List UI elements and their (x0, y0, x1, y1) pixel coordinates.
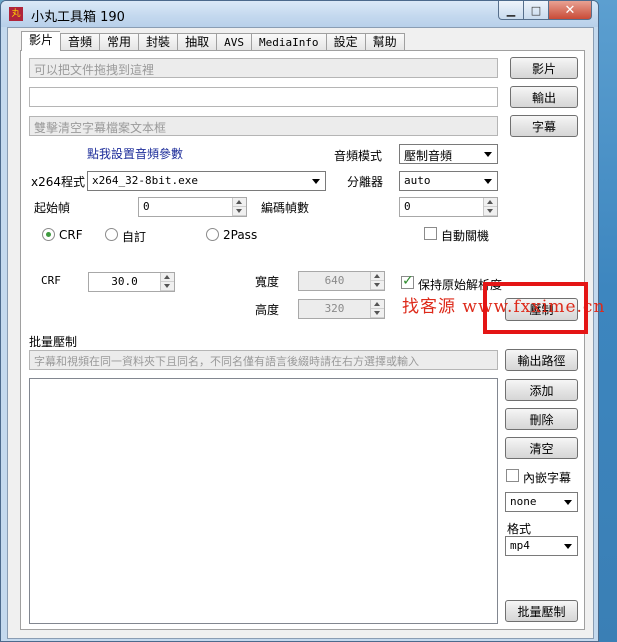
crf-label: CRF (41, 274, 61, 287)
audio-mode-select[interactable]: 壓制音頻 (399, 144, 498, 164)
title-bar[interactable]: 丸 小丸工具箱 190 ▁ □ ✕ (1, 1, 598, 27)
delete-button[interactable]: 刪除 (505, 408, 578, 430)
mode-crf-label[interactable]: CRF (59, 228, 83, 242)
spin-down-icon[interactable] (161, 282, 174, 291)
tab-video[interactable]: 影片 (21, 31, 61, 51)
x264-value: x264_32-8bit.exe (92, 174, 198, 187)
chevron-down-icon (564, 500, 572, 505)
subtitle-lang-value: none (510, 495, 537, 508)
chevron-down-icon (312, 179, 320, 184)
video-input-field[interactable]: 可以把文件拖拽到這裡 (29, 58, 498, 78)
start-frame-label: 起始幀 (34, 201, 71, 215)
start-frame-spinner[interactable]: 0 (138, 197, 247, 217)
spin-up-icon[interactable] (484, 198, 497, 207)
window-title: 小丸工具箱 190 (31, 10, 125, 25)
desktop-background (598, 0, 617, 642)
width-spinner[interactable]: 640 (298, 271, 385, 291)
spin-down-icon[interactable] (233, 207, 246, 216)
tab-help[interactable]: 幫助 (364, 33, 405, 51)
tab-common[interactable]: 常用 (99, 33, 139, 51)
width-label: 寬度 (255, 275, 280, 289)
mode-2pass-label[interactable]: 2Pass (223, 228, 257, 242)
video-button[interactable]: 影片 (510, 57, 578, 79)
mode-custom-radio[interactable] (105, 228, 118, 241)
width-value: 640 (324, 274, 345, 287)
crf-spinner[interactable]: 30.0 (88, 272, 175, 292)
encode-frames-spinner[interactable]: 0 (399, 197, 498, 217)
chevron-down-icon (484, 179, 492, 184)
output-field[interactable] (29, 87, 498, 107)
auto-shutdown-label[interactable]: 自動關機 (441, 227, 489, 244)
format-select[interactable]: mp4 (505, 536, 578, 556)
format-value: mp4 (510, 539, 530, 552)
x264-label: x264程式 (31, 175, 86, 189)
batch-encode-button[interactable]: 批量壓制 (505, 600, 578, 622)
embed-subtitle-label[interactable]: 內嵌字幕 (523, 469, 571, 486)
subtitle-field[interactable]: 雙擊清空字幕檔案文本框 (29, 116, 498, 136)
audio-settings-link[interactable]: 點我設置音頻參數 (87, 145, 183, 162)
height-value: 320 (324, 302, 345, 315)
start-frame-value: 0 (143, 200, 150, 213)
audio-mode-label: 音頻模式 (334, 149, 383, 163)
mode-2pass-radio[interactable] (206, 228, 219, 241)
close-button[interactable]: ✕ (549, 1, 592, 20)
height-label: 高度 (255, 303, 280, 317)
embed-subtitle-checkbox[interactable] (506, 469, 519, 482)
tab-mux[interactable]: 封裝 (138, 33, 178, 51)
spin-up-icon[interactable] (371, 272, 384, 281)
chevron-down-icon (484, 152, 492, 157)
tab-extract[interactable]: 抽取 (177, 33, 217, 51)
output-path-button[interactable]: 輸出路徑 (505, 349, 578, 371)
batch-section-label: 批量壓制 (29, 335, 78, 349)
add-button[interactable]: 添加 (505, 379, 578, 401)
demuxer-value: auto (404, 174, 431, 187)
tab-avs[interactable]: AVS (216, 33, 251, 51)
tab-strip: 影片 音頻 常用 封裝 抽取 AVS MediaInfo 設定 幫助 (21, 31, 405, 51)
spin-up-icon[interactable] (161, 273, 174, 282)
subtitle-lang-select[interactable]: none (505, 492, 578, 512)
demuxer-select[interactable]: auto (399, 171, 498, 191)
tab-mediainfo[interactable]: MediaInfo (250, 33, 326, 51)
encode-frames-value: 0 (404, 200, 411, 213)
encode-frames-label: 編碼幀數 (261, 201, 310, 215)
mode-custom-label[interactable]: 自訂 (122, 228, 146, 245)
spin-down-icon[interactable] (484, 207, 497, 216)
subtitle-button[interactable]: 字幕 (510, 115, 578, 137)
tab-settings[interactable]: 設定 (325, 33, 365, 51)
format-label: 格式 (507, 522, 532, 536)
clear-button[interactable]: 清空 (505, 437, 578, 459)
batch-hint-field[interactable]: 字幕和視頻在同一資料夾下且同名，不同名僅有語言後綴時請在右方選擇或輸入 (29, 350, 498, 370)
x264-select[interactable]: x264_32-8bit.exe (87, 171, 326, 191)
keep-resolution-checkbox[interactable] (401, 273, 414, 289)
spin-up-icon[interactable] (233, 198, 246, 207)
spin-down-icon[interactable] (371, 281, 384, 290)
minimize-button[interactable]: ▁ (498, 1, 524, 20)
output-button[interactable]: 輸出 (510, 86, 578, 108)
chevron-down-icon (564, 544, 572, 549)
audio-mode-value: 壓制音頻 (404, 149, 453, 163)
mode-crf-radio[interactable] (42, 228, 55, 241)
spin-up-icon[interactable] (371, 300, 384, 309)
auto-shutdown-checkbox[interactable] (424, 227, 437, 240)
video-tab-panel: 可以把文件拖拽到這裡 影片 輸出 雙擊清空字幕檔案文本框 字幕 點我設置音頻參數… (20, 50, 585, 630)
maximize-button[interactable]: □ (524, 1, 549, 20)
height-spinner[interactable]: 320 (298, 299, 385, 319)
batch-file-list[interactable] (29, 378, 498, 624)
crf-value: 30.0 (111, 275, 138, 288)
spin-down-icon[interactable] (371, 309, 384, 318)
tab-audio[interactable]: 音頻 (60, 33, 100, 51)
caption-buttons: ▁ □ ✕ (498, 1, 592, 20)
demuxer-label: 分離器 (347, 175, 384, 189)
highlight-box (483, 282, 588, 334)
app-icon: 丸 (9, 7, 23, 21)
